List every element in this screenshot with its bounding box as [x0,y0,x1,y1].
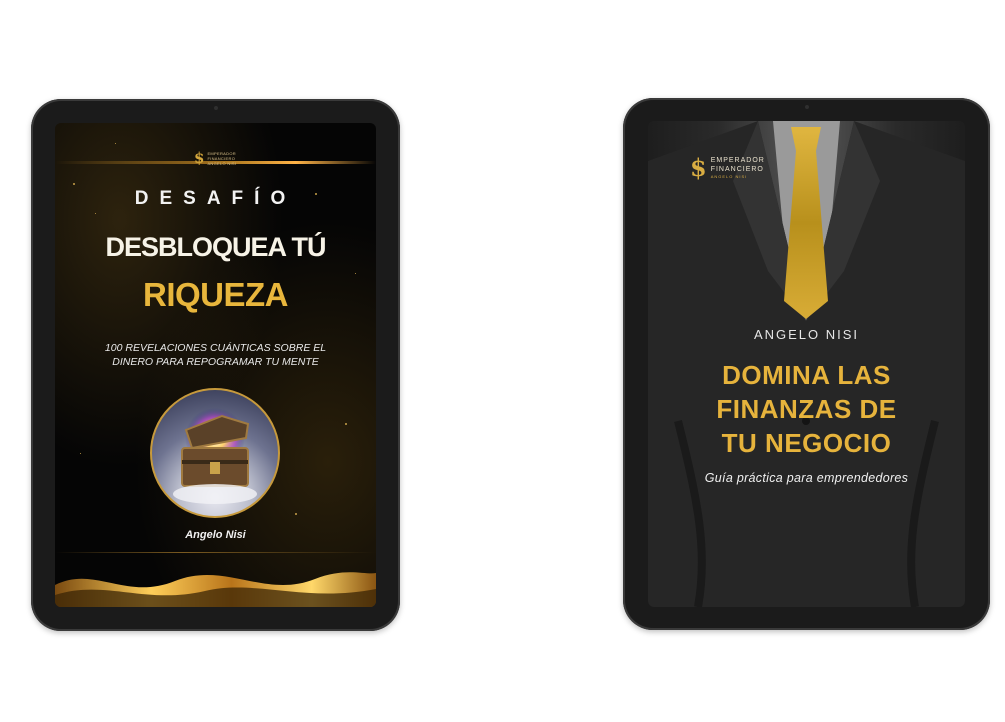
cover-tagline: Guía práctica para emprendedores [704,471,909,485]
tablet-right: $ EMPERADOR FINANCIERO ANGELO NISI ANGEL… [623,98,990,630]
cover-title-line-1: DESBLOQUEA TÚ [105,232,326,262]
dollar-mark-icon: $ [194,149,205,167]
cover-subtitle: 100 REVELACIONES CUÁNTICAS SOBRE EL DINE… [104,342,327,368]
logo-line-3: ANGELO NISI [207,161,237,166]
camera-dot [213,106,218,110]
logo-line-2: FINANCIERO [710,166,764,173]
cover-author: ANGELO NISI [753,327,860,342]
emperador-financiero-logo: $ EMPERADOR FINANCIERO ANGELO NISI [194,149,237,167]
cover-title-line-2: FINANZAS DE [716,394,897,424]
gold-wave-graphic [55,572,376,607]
emperador-financiero-logo: $ EMPERADOR FINANCIERO ANGELO NISI [690,156,765,180]
camera-dot [804,105,809,109]
book-cover-domina: $ EMPERADOR FINANCIERO ANGELO NISI ANGEL… [648,121,965,607]
divider [55,552,376,553]
logo-line-3: ANGELO NISI [710,174,748,179]
cover-author: Angelo Nisi [185,529,246,541]
cover-title-line-3: TU NEGOCIO [721,428,892,458]
tablet-left: $ EMPERADOR FINANCIERO ANGELO NISI DESAF… [31,99,400,631]
cover-title: DOMINA LAS FINANZAS DE TU NEGOCIO [648,358,965,460]
book-cover-desbloquea: $ EMPERADOR FINANCIERO ANGELO NISI DESAF… [55,123,376,607]
cover-title-line-2: RIQUEZA [143,276,289,313]
logo-line-1: EMPERADOR [710,157,765,164]
cover-title-line-1: DOMINA LAS [722,360,891,390]
treasure-chest-icon [150,388,280,518]
dollar-mark-icon: $ [690,153,707,182]
cover-kicker: DESAFÍO [134,188,297,209]
